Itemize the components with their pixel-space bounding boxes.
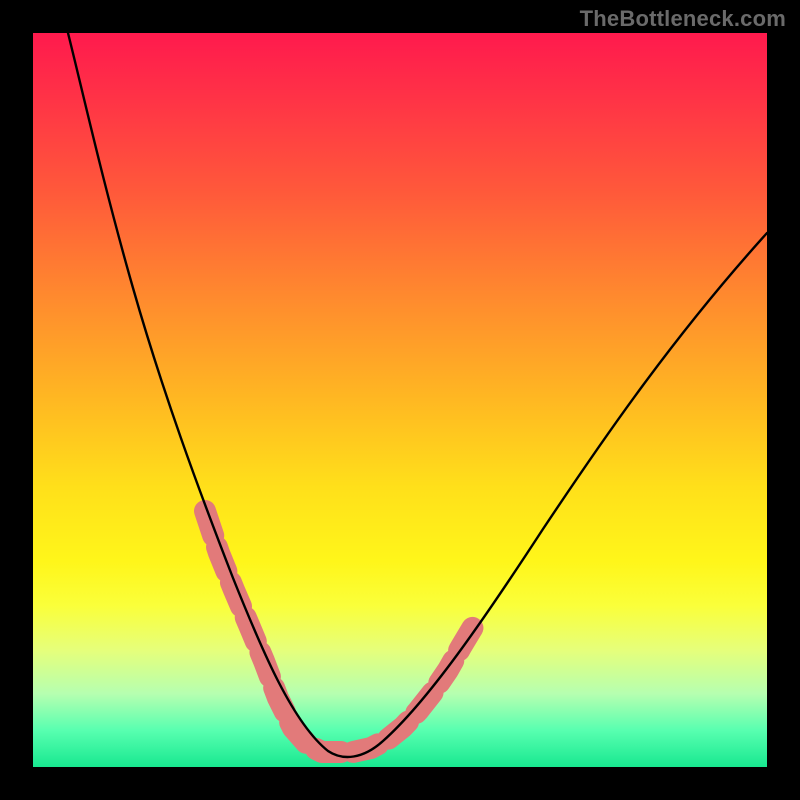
plot-area (33, 33, 767, 767)
highlight-overlay-path (205, 511, 473, 752)
watermark-text: TheBottleneck.com (580, 6, 786, 32)
main-curve-path (68, 33, 767, 757)
curve-layer (33, 33, 767, 767)
chart-stage: TheBottleneck.com (0, 0, 800, 800)
